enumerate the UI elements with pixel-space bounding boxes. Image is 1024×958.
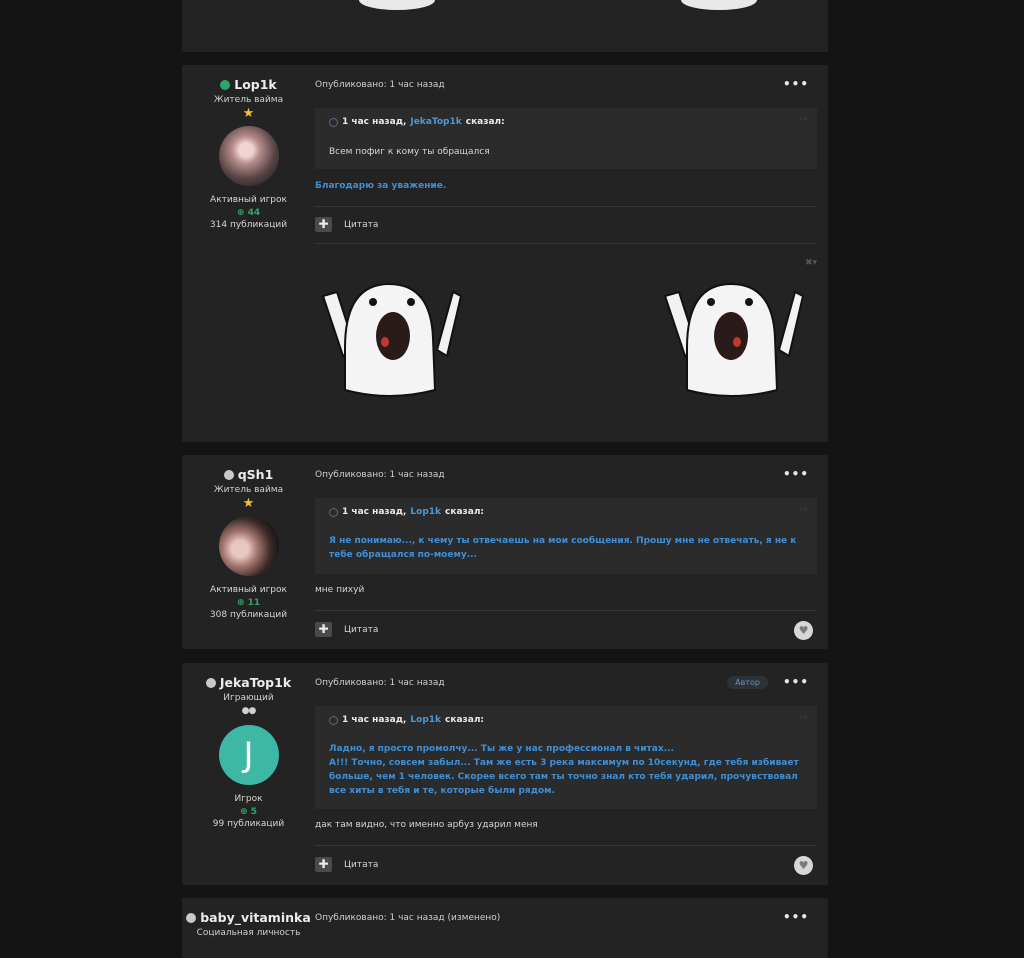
post-count: 314 публикаций xyxy=(209,220,288,230)
multiquote-button[interactable]: ✚ xyxy=(315,857,332,872)
multiquote-button[interactable]: ✚ xyxy=(315,622,332,637)
like-heart-icon[interactable]: ♥ xyxy=(794,856,813,875)
member-group: Активный игрок xyxy=(210,195,287,205)
more-menu-icon[interactable]: ••• xyxy=(783,675,809,689)
ghost-left xyxy=(321,282,463,397)
quote-text-line: Ладно, я просто промолчу... Ты же у нас … xyxy=(329,744,674,754)
author-name[interactable]: Lop1k xyxy=(182,77,315,92)
quoted-user-link[interactable]: JekaTop1k xyxy=(410,117,461,127)
post-card: JekaTop1k Играющий ●● J Игрок ⊕ 5 99 пуб… xyxy=(182,663,828,885)
author-panel: baby_vitaminka Социальная личность xyxy=(182,898,315,938)
divider xyxy=(315,206,817,207)
member-title: Житель вайма xyxy=(213,95,284,105)
quote-text: Всем пофиг к кому ты обращался xyxy=(329,147,490,157)
author-panel: qSh1 Житель вайма ★ Активный игрок ⊕ 11 … xyxy=(182,455,315,620)
member-title: Социальная личность xyxy=(196,928,301,938)
post-date: Опубликовано: 1 час назад xyxy=(315,678,445,688)
offline-status-dot xyxy=(223,469,234,480)
ghost-sticker-partial xyxy=(359,0,757,10)
post-date: Опубликовано: 1 час назад xyxy=(315,80,445,90)
quote-block: 1 час назад, Lop1k сказал: ↪ Я не понима… xyxy=(315,498,817,574)
star-icon: ★ xyxy=(242,106,255,121)
post-date: Опубликовано: 1 час назад (изменено) xyxy=(315,913,501,923)
more-menu-icon[interactable]: ••• xyxy=(783,77,809,91)
quote-button[interactable]: Цитата xyxy=(344,220,378,230)
quote-button[interactable]: Цитата xyxy=(344,860,378,870)
author-name[interactable]: JekaTop1k xyxy=(182,675,315,690)
share-icon[interactable]: ↪ xyxy=(799,115,807,125)
rep-icon: ⊕ xyxy=(240,807,248,817)
reputation-badge: ⊕ 44 xyxy=(236,208,261,218)
author-name[interactable]: qSh1 xyxy=(182,467,315,482)
quoted-user-link[interactable]: Lop1k xyxy=(410,507,441,517)
avatar[interactable] xyxy=(218,516,279,576)
close-signature-icon[interactable]: ✖▾ xyxy=(805,258,817,268)
post-date: Опубликовано: 1 час назад xyxy=(315,470,445,480)
quote-header: 1 час назад, Lop1k сказал: xyxy=(329,715,484,725)
post-card: qSh1 Житель вайма ★ Активный игрок ⊕ 11 … xyxy=(182,455,828,649)
quote-icon xyxy=(329,117,338,127)
like-heart-icon[interactable]: ♥ xyxy=(794,621,813,640)
avatar[interactable] xyxy=(218,126,279,186)
reputation-badge: ⊕ 5 xyxy=(240,807,257,817)
quote-text: Я не понимаю..., к чему ты отвечаешь на … xyxy=(329,536,797,560)
divider xyxy=(315,610,817,611)
divider xyxy=(315,845,817,846)
post-text: мне пихуй xyxy=(315,585,365,595)
post-text: дак там видно, что именно арбуз ударил м… xyxy=(315,820,538,830)
quote-block: 1 час назад, JekaTop1k сказал: ↪ Всем по… xyxy=(315,108,817,169)
member-title: Играющий xyxy=(223,693,274,703)
member-group: Активный игрок xyxy=(210,585,287,595)
offline-status-dot xyxy=(186,912,197,923)
author-badge: Автор xyxy=(727,676,768,689)
rank-pips: ●● xyxy=(241,706,257,716)
share-icon[interactable]: ↪ xyxy=(799,505,807,515)
author-panel: JekaTop1k Играющий ●● J Игрок ⊕ 5 99 пуб… xyxy=(182,663,315,829)
quote-header: 1 час назад, Lop1k сказал: xyxy=(329,507,484,517)
quote-header: 1 час назад, JekaTop1k сказал: xyxy=(329,117,505,127)
rep-icon: ⊕ xyxy=(236,208,245,218)
author-name-text[interactable]: JekaTop1k xyxy=(220,675,291,690)
ghost-right xyxy=(663,282,805,397)
multiquote-button[interactable]: ✚ xyxy=(315,217,332,232)
avatar[interactable]: J xyxy=(218,725,279,785)
post-card: baby_vitaminka Социальная личность Опубл… xyxy=(182,898,828,958)
quote-icon xyxy=(329,507,338,517)
more-menu-icon[interactable]: ••• xyxy=(783,910,809,924)
post-card-previous xyxy=(182,0,828,52)
offline-status-dot xyxy=(205,677,216,688)
reputation-badge: ⊕ 11 xyxy=(236,598,261,608)
author-name-text[interactable]: Lop1k xyxy=(234,77,277,92)
member-title: Житель вайма xyxy=(213,485,284,495)
star-icon: ★ xyxy=(242,496,255,511)
post-card: Lop1k Житель вайма ★ Активный игрок ⊕ 44… xyxy=(182,65,828,442)
ghost-stickers-image xyxy=(321,282,805,397)
quote-icon xyxy=(329,715,338,725)
quote-text-line: А!!! Точно, совсем забыл... Там же есть … xyxy=(329,758,799,796)
author-panel: Lop1k Житель вайма ★ Активный игрок ⊕ 44… xyxy=(182,65,315,230)
more-menu-icon[interactable]: ••• xyxy=(783,467,809,481)
signature-divider xyxy=(315,243,817,244)
author-name-text[interactable]: qSh1 xyxy=(238,467,274,482)
post-text: Благодарю за уважение. xyxy=(315,181,447,191)
quoted-user-link[interactable]: Lop1k xyxy=(410,715,441,725)
post-count: 99 публикаций xyxy=(212,819,285,829)
member-group: Игрок xyxy=(234,794,263,804)
author-name[interactable]: baby_vitaminka xyxy=(182,910,315,925)
share-icon[interactable]: ↪ xyxy=(799,713,807,723)
author-name-text[interactable]: baby_vitaminka xyxy=(200,910,311,925)
rep-icon: ⊕ xyxy=(236,598,245,608)
post-count: 308 публикаций xyxy=(209,610,288,620)
quote-block: 1 час назад, Lop1k сказал: ↪ Ладно, я пр… xyxy=(315,706,817,809)
online-status-dot xyxy=(220,79,231,90)
quote-button[interactable]: Цитата xyxy=(344,625,378,635)
signature-area: ✖▾ xyxy=(315,258,817,408)
